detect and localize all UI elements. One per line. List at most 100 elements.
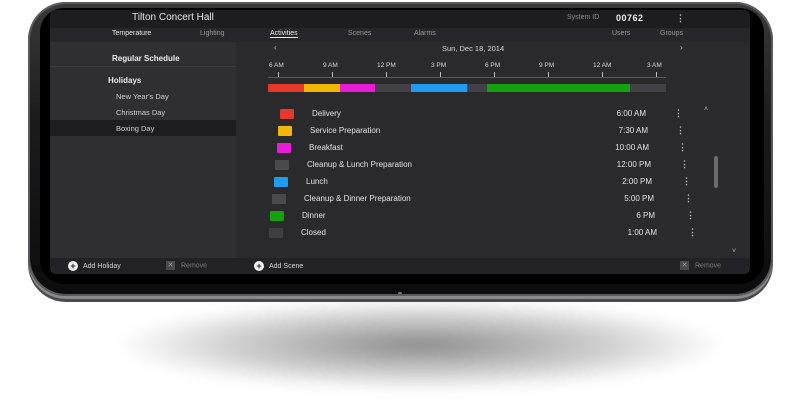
list-scrollbar[interactable] xyxy=(714,156,718,188)
more-vertical-icon[interactable]: ⋮ xyxy=(682,176,691,187)
remove-label: Remove xyxy=(181,262,208,270)
timeline-tick xyxy=(386,72,387,77)
plus-icon: + xyxy=(68,261,78,271)
timeline-tick-label: 3 PM xyxy=(431,62,447,69)
holiday-label: New Year's Day xyxy=(116,92,169,101)
timeline-segment[interactable] xyxy=(304,84,340,92)
add-holiday-label: Add Holiday xyxy=(83,262,121,270)
holiday-label: Christmas Day xyxy=(116,108,166,117)
more-vertical-icon[interactable]: ⋮ xyxy=(676,125,685,136)
timeline-baseline xyxy=(268,77,666,78)
more-vertical-icon[interactable]: ⋮ xyxy=(686,210,695,221)
activity-color-swatch[interactable] xyxy=(277,143,291,153)
right-tab-bar: Activities Scenes Alarms Users Groups xyxy=(236,28,750,42)
activity-time[interactable]: 12:00 PM xyxy=(571,160,651,169)
device-shadow xyxy=(120,300,720,390)
activity-row[interactable]: Closed 1:00 AM ⋮ xyxy=(236,226,750,244)
current-date: Sun, Dec 18, 2014 xyxy=(442,44,505,53)
system-id-value: 00762 xyxy=(616,13,644,23)
day-timeline[interactable]: 6 AM 9 AM 12 PM 3 PM 6 PM 9 PM 12 AM 3 AM xyxy=(268,58,666,98)
chevron-left-icon[interactable]: ‹ xyxy=(274,43,277,52)
holiday-item[interactable]: New Year's Day xyxy=(50,88,236,104)
activity-time[interactable]: 6 PM xyxy=(575,211,655,220)
activity-time[interactable]: 5:00 PM xyxy=(574,194,654,203)
chevron-down-icon[interactable]: ˅ xyxy=(732,248,736,255)
activity-color-swatch[interactable] xyxy=(275,160,289,170)
tab-users[interactable]: Users xyxy=(612,30,630,37)
activity-row[interactable]: Dinner 6 PM ⋮ xyxy=(236,209,750,227)
activity-name: Cleanup & Dinner Preparation xyxy=(304,194,411,203)
activity-name: Closed xyxy=(301,228,326,237)
chevron-right-icon[interactable]: › xyxy=(680,43,683,52)
remove-scene-button[interactable]: ✕ Remove xyxy=(680,261,721,270)
activity-time[interactable]: 2:00 PM xyxy=(572,177,652,186)
activity-row[interactable]: Cleanup & Lunch Preparation 12:00 PM ⋮ xyxy=(236,158,750,176)
remove-holiday-button[interactable]: ✕ Remove xyxy=(166,261,207,270)
timeline-segment[interactable] xyxy=(340,84,376,92)
tab-groups[interactable]: Groups xyxy=(660,30,683,37)
more-vertical-icon[interactable]: ⋮ xyxy=(688,227,697,238)
timeline-segment[interactable] xyxy=(467,84,487,92)
holiday-label: Boxing Day xyxy=(116,124,155,133)
tab-scenes[interactable]: Scenes xyxy=(348,30,371,37)
close-icon: ✕ xyxy=(166,261,175,270)
close-icon: ✕ xyxy=(680,261,689,270)
timeline-segment[interactable] xyxy=(268,84,304,92)
activity-row[interactable]: Service Preparation 7:30 AM ⋮ xyxy=(236,124,750,142)
activity-name: Service Preparation xyxy=(310,126,381,135)
activity-time[interactable]: 1:00 AM xyxy=(577,228,657,237)
add-holiday-button[interactable]: + Add Holiday xyxy=(68,261,121,271)
timeline-tick xyxy=(602,72,603,77)
activity-color-swatch[interactable] xyxy=(280,109,294,119)
timeline-segment[interactable] xyxy=(375,84,411,92)
add-scene-label: Add Scene xyxy=(269,262,304,270)
timeline-segment[interactable] xyxy=(487,84,630,92)
schedule-regular[interactable]: Regular Schedule xyxy=(50,48,236,67)
schedule-regular-label: Regular Schedule xyxy=(112,54,180,63)
activity-row[interactable]: Breakfast 10:00 AM ⋮ xyxy=(236,141,750,159)
activity-name: Dinner xyxy=(302,211,326,220)
holiday-item-selected[interactable]: Boxing Day xyxy=(50,120,236,136)
timeline-tick-label: 9 PM xyxy=(539,62,555,69)
bottom-bar: + Add Holiday ✕ Remove + Add Scene ✕ Remove xyxy=(50,258,750,274)
more-vertical-icon[interactable]: ⋮ xyxy=(676,13,685,24)
more-vertical-icon[interactable]: ⋮ xyxy=(674,108,683,119)
activity-row[interactable]: Lunch 2:00 PM ⋮ xyxy=(236,175,750,193)
timeline-tick-label: 9 AM xyxy=(323,62,338,69)
tab-activities[interactable]: Activities xyxy=(270,30,298,38)
chevron-up-icon[interactable]: ˄ xyxy=(704,106,708,113)
activity-time[interactable]: 7:30 AM xyxy=(568,126,648,135)
more-vertical-icon[interactable]: ⋮ xyxy=(684,193,693,204)
activity-color-swatch[interactable] xyxy=(269,228,283,238)
timeline-segment[interactable] xyxy=(630,84,666,92)
date-navigator: ‹ Sun, Dec 18, 2014 › xyxy=(236,42,750,56)
activity-color-swatch[interactable] xyxy=(274,177,288,187)
activity-row[interactable]: Cleanup & Dinner Preparation 5:00 PM ⋮ xyxy=(236,192,750,210)
activity-name: Breakfast xyxy=(309,143,343,152)
tab-alarms[interactable]: Alarms xyxy=(414,30,436,37)
app-screen: Tilton Concert Hall System ID 00762 ⋮ Te… xyxy=(50,10,750,274)
timeline-tick-label: 12 PM xyxy=(377,62,396,69)
timeline-tick xyxy=(656,72,657,77)
activity-name: Cleanup & Lunch Preparation xyxy=(307,160,412,169)
activity-color-swatch[interactable] xyxy=(270,211,284,221)
remove-label: Remove xyxy=(695,262,722,270)
tab-lighting[interactable]: Lighting xyxy=(200,30,225,37)
plus-icon: + xyxy=(254,261,264,271)
timeline-tick xyxy=(332,72,333,77)
activity-time[interactable]: 6:00 AM xyxy=(566,109,646,118)
timeline-tick-label: 3 AM xyxy=(647,62,662,69)
holidays-header: Holidays xyxy=(50,72,236,86)
timeline-segment[interactable] xyxy=(411,84,467,92)
more-vertical-icon[interactable]: ⋮ xyxy=(678,142,687,153)
holiday-item[interactable]: Christmas Day xyxy=(50,104,236,120)
add-scene-button[interactable]: + Add Scene xyxy=(254,261,303,271)
activity-row[interactable]: Delivery 6:00 AM ⋮ xyxy=(236,107,750,125)
tab-temperature[interactable]: Temperature xyxy=(112,30,151,37)
activity-time[interactable]: 10:00 AM xyxy=(569,143,649,152)
activity-color-swatch[interactable] xyxy=(278,126,292,136)
schedule-panel: Temperature Lighting Regular Schedule Ho… xyxy=(50,28,237,258)
timeline-tick xyxy=(278,72,279,77)
activity-color-swatch[interactable] xyxy=(272,194,286,204)
more-vertical-icon[interactable]: ⋮ xyxy=(680,159,689,170)
